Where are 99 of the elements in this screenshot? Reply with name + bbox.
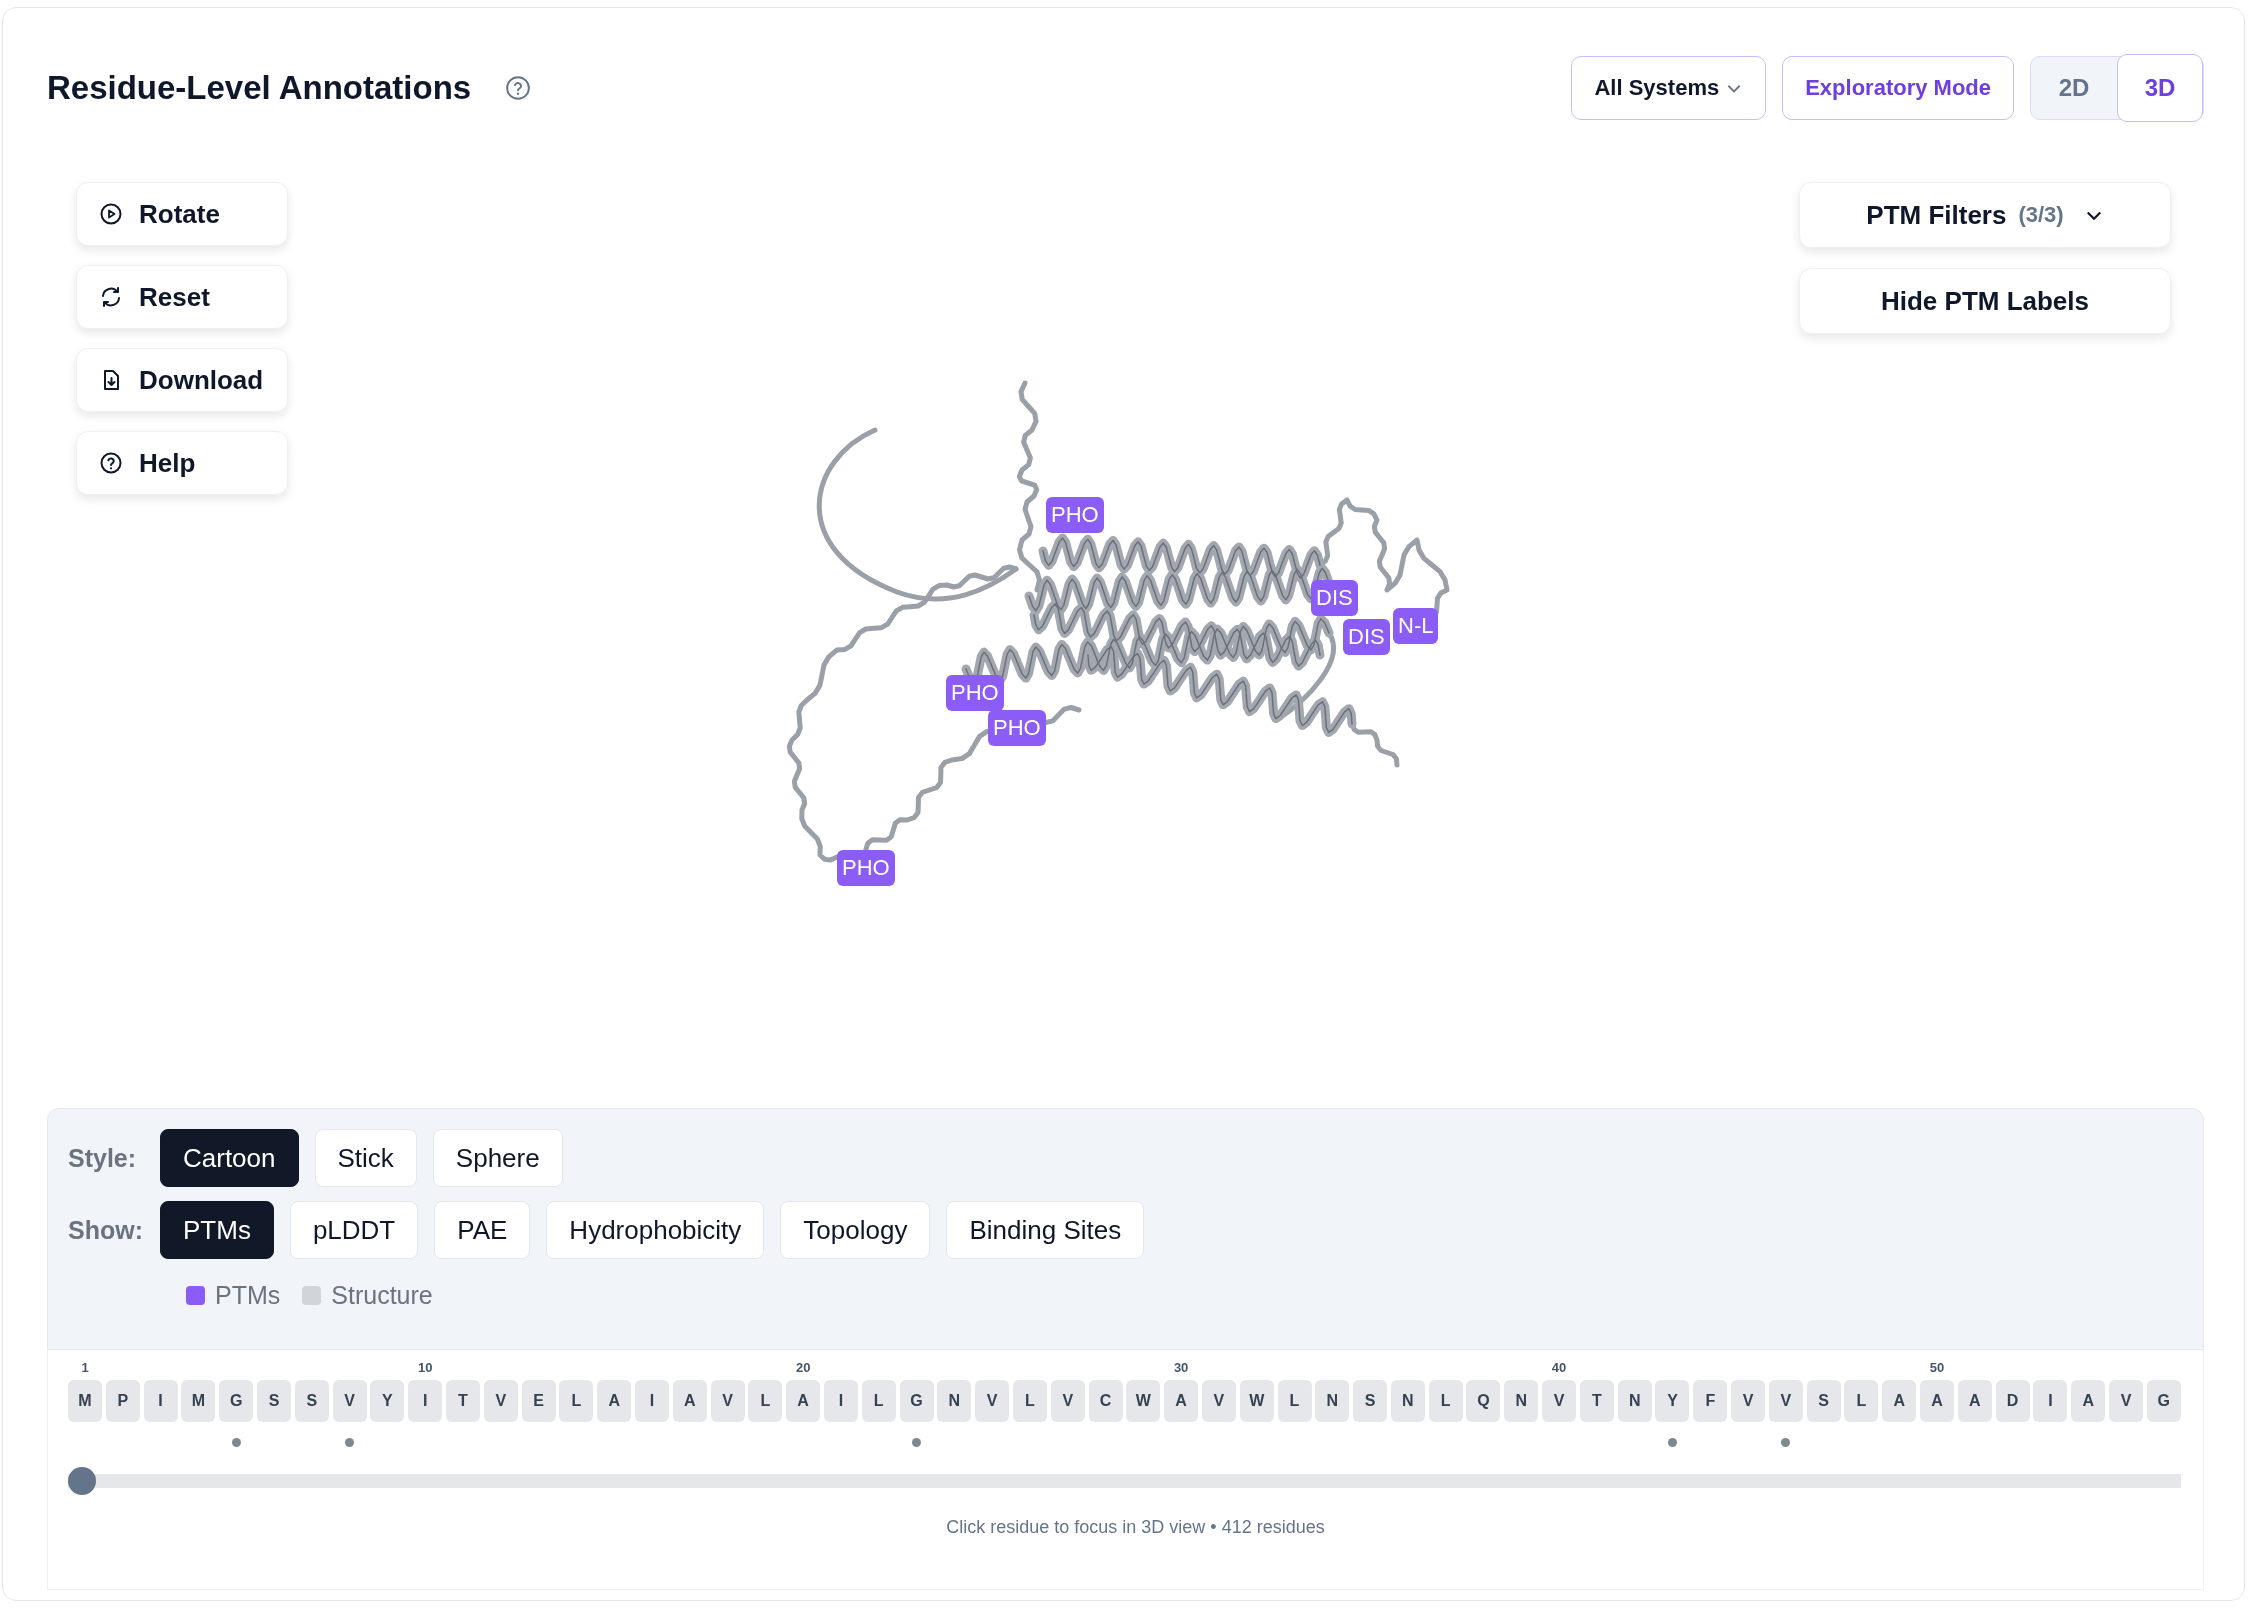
- residue-cell[interactable]: I: [634, 1380, 669, 1422]
- legend-label: PTMs: [215, 1281, 281, 1310]
- residue-cell[interactable]: L: [861, 1380, 896, 1422]
- residue-cell[interactable]: A: [672, 1380, 707, 1422]
- ptm-label[interactable]: PHO: [988, 710, 1046, 746]
- residue-cell[interactable]: Y: [1655, 1380, 1690, 1422]
- tool-button[interactable]: Help: [76, 431, 288, 495]
- residue-cell[interactable]: V: [1731, 1380, 1766, 1422]
- ptm-label[interactable]: N-L: [1393, 608, 1439, 644]
- position-label: 20: [795, 1360, 811, 1375]
- residue-cell[interactable]: I: [408, 1380, 443, 1422]
- tool-button[interactable]: Reset: [76, 265, 288, 329]
- residue-cell[interactable]: Q: [1466, 1380, 1501, 1422]
- hint-text: Click residue to focus in 3D view • 412 residues: [945, 1517, 1326, 1538]
- residue-cell[interactable]: A: [786, 1380, 821, 1422]
- residue-cell[interactable]: A: [1882, 1380, 1917, 1422]
- layer-option[interactable]: Hydrophobicity: [546, 1201, 765, 1259]
- style-label: Style:: [68, 1143, 138, 1173]
- layer-option[interactable]: PTMs: [160, 1201, 274, 1259]
- residue-cell[interactable]: C: [1088, 1380, 1123, 1422]
- view-tab[interactable]: 3D: [2117, 54, 2203, 122]
- residue-cell[interactable]: V: [710, 1380, 745, 1422]
- residue-cell[interactable]: M: [181, 1380, 216, 1422]
- residue-cell[interactable]: I: [143, 1380, 178, 1422]
- residue-cell[interactable]: A: [597, 1380, 632, 1422]
- residue-cell[interactable]: T: [1579, 1380, 1614, 1422]
- residue-cell[interactable]: G: [219, 1380, 254, 1422]
- show-label: Show:: [68, 1215, 144, 1245]
- ptm-label[interactable]: PHO: [946, 675, 1004, 711]
- residue-cell[interactable]: G: [899, 1380, 934, 1422]
- residue-cell[interactable]: A: [1164, 1380, 1199, 1422]
- residue-cell[interactable]: N: [1315, 1380, 1350, 1422]
- residue-cell[interactable]: N: [1390, 1380, 1425, 1422]
- slider-thumb[interactable]: [68, 1467, 96, 1495]
- residue-cell[interactable]: S: [257, 1380, 291, 1422]
- system-dropdown[interactable]: All Systems: [1571, 56, 1767, 120]
- hide-labels-button[interactable]: Hide PTM Labels: [1799, 268, 2171, 334]
- residue-cell[interactable]: L: [1428, 1380, 1463, 1422]
- residue-cell[interactable]: V: [332, 1380, 367, 1422]
- residue-cell[interactable]: I: [2033, 1380, 2068, 1422]
- residue-cell[interactable]: V: [975, 1380, 1010, 1422]
- position-label: 50: [1929, 1360, 1945, 1375]
- position-label: 10: [417, 1360, 433, 1375]
- ptm-label[interactable]: PHO: [1046, 497, 1104, 533]
- position-label: 30: [1173, 1360, 1189, 1375]
- tool-button[interactable]: Download: [76, 348, 288, 412]
- residue-cell[interactable]: A: [2071, 1380, 2106, 1422]
- tool-button[interactable]: Rotate: [76, 182, 288, 246]
- residue-cell[interactable]: L: [748, 1380, 783, 1422]
- layer-option[interactable]: PAE: [434, 1201, 531, 1259]
- residue-cell[interactable]: L: [559, 1380, 594, 1422]
- residue-cell[interactable]: A: [1957, 1380, 1992, 1422]
- residue-cell[interactable]: V: [483, 1380, 518, 1422]
- residue-cell[interactable]: N: [1617, 1380, 1652, 1422]
- residue-cell[interactable]: V: [1050, 1380, 1085, 1422]
- help-icon[interactable]: [505, 75, 532, 101]
- ptm-label[interactable]: DIS: [1311, 580, 1358, 616]
- layer-option[interactable]: Binding Sites: [946, 1201, 1145, 1259]
- residue-cell[interactable]: T: [445, 1380, 480, 1422]
- residue-cell[interactable]: A: [1920, 1380, 1955, 1422]
- style-option[interactable]: Cartoon: [160, 1129, 299, 1187]
- play-circle-icon: [99, 202, 123, 226]
- residue-cell[interactable]: E: [521, 1380, 556, 1422]
- residue-cell[interactable]: V: [1542, 1380, 1577, 1422]
- residue-cell[interactable]: S: [1353, 1380, 1388, 1422]
- legend-label: Structure: [331, 1281, 433, 1310]
- view-tab[interactable]: 2D: [2031, 57, 2117, 119]
- ptm-filters-dropdown[interactable]: PTM Filters (3/3): [1799, 182, 2171, 248]
- exploratory-mode-button[interactable]: Exploratory Mode: [1782, 56, 2014, 120]
- page-title: Residue-Level Annotations: [47, 69, 472, 107]
- residue-cell[interactable]: D: [1995, 1380, 2030, 1422]
- residue-cell[interactable]: S: [1806, 1380, 1841, 1422]
- residue-cell[interactable]: G: [2146, 1380, 2181, 1422]
- residue-cell[interactable]: M: [68, 1380, 102, 1422]
- position-label: 1: [81, 1360, 89, 1375]
- residue-cell[interactable]: V: [1768, 1380, 1803, 1422]
- layer-option[interactable]: Topology: [780, 1201, 931, 1259]
- ptm-label[interactable]: DIS: [1343, 619, 1390, 655]
- residue-cell[interactable]: V: [1201, 1380, 1236, 1422]
- residue-cell[interactable]: S: [294, 1380, 329, 1422]
- residue-cell[interactable]: I: [823, 1380, 858, 1422]
- residue-cell[interactable]: V: [2109, 1380, 2144, 1422]
- residue-cell[interactable]: F: [1693, 1380, 1728, 1422]
- residue-cell[interactable]: L: [1277, 1380, 1312, 1422]
- residue-cell[interactable]: W: [1126, 1380, 1161, 1422]
- style-option[interactable]: Sphere: [432, 1129, 563, 1187]
- refresh-icon: [99, 285, 123, 309]
- help-icon: [99, 451, 123, 475]
- position-label: 40: [1551, 1360, 1567, 1375]
- residue-cell[interactable]: W: [1239, 1380, 1274, 1422]
- residue-cell[interactable]: L: [1844, 1380, 1879, 1422]
- residue-cell[interactable]: N: [1504, 1380, 1539, 1422]
- style-option[interactable]: Stick: [314, 1129, 417, 1187]
- residue-cell[interactable]: Y: [370, 1380, 405, 1422]
- residue-cell[interactable]: N: [937, 1380, 972, 1422]
- ptm-label[interactable]: PHO: [837, 850, 895, 886]
- residue-cell[interactable]: L: [1012, 1380, 1047, 1422]
- layer-option[interactable]: pLDDT: [289, 1201, 419, 1259]
- residue-cell[interactable]: P: [105, 1380, 140, 1422]
